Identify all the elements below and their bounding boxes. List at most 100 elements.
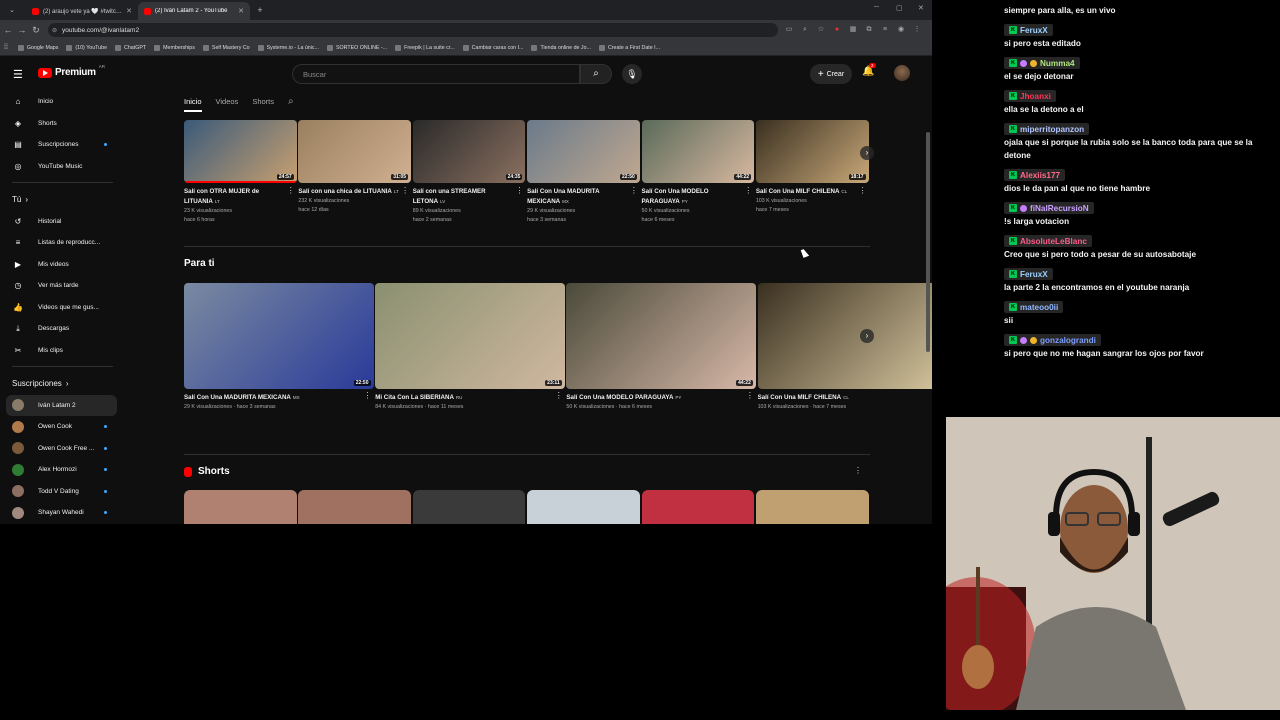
extension-icon[interactable]: ▦ <box>848 25 858 35</box>
kebab-menu-icon[interactable]: ⋮ <box>912 25 922 35</box>
extension-icon[interactable]: ● <box>832 25 842 35</box>
tab-twitch[interactable]: (2) araujo vete ya 🤍 #twitch 🤍 ✕ <box>26 2 138 20</box>
short-thumbnail[interactable] <box>641 490 755 524</box>
video-title[interactable]: Salí Con Una MADURITA MEXICANA MX <box>527 187 640 207</box>
zoom-icon[interactable]: ⌕ <box>800 25 810 35</box>
bookmark-item[interactable]: (10) YouTube <box>66 44 107 51</box>
video-menu-icon[interactable]: ⋮ <box>401 186 409 195</box>
short-thumbnail[interactable] <box>298 490 412 524</box>
shorts-menu-icon[interactable]: ⋮ <box>854 466 862 475</box>
video-title[interactable]: Salí Con Una MILF CHILENA CL <box>758 393 932 403</box>
video-menu-icon[interactable]: ⋮ <box>287 186 295 195</box>
sidebar-subscription-item[interactable]: Owen Cook Free ... <box>0 438 125 460</box>
short-thumbnail[interactable] <box>755 490 869 524</box>
media-icon[interactable]: ≡ <box>880 25 890 35</box>
video-menu-icon[interactable]: ⋮ <box>364 391 372 400</box>
sidebar-item-home[interactable]: ⌂ Inicio <box>0 91 125 113</box>
tab-inicio[interactable]: Inicio <box>184 97 202 112</box>
sidebar-subscription-item[interactable]: Alex Hormozi <box>0 459 125 481</box>
sidebar-you-header[interactable]: Tú › <box>0 189 125 211</box>
bookmark-item[interactable]: Self Mastery Co <box>202 44 250 51</box>
puzzle-icon[interactable]: ⧉ <box>864 25 874 35</box>
video-thumbnail[interactable] <box>757 283 932 389</box>
video-thumbnail[interactable]: 22:50 <box>527 120 640 183</box>
shelf-next-arrow-icon[interactable]: › <box>860 146 874 160</box>
video-card[interactable]: 31:05 Salí con una chica de LITUANIA LT ⋮ 23… <box>298 120 412 225</box>
shelf-next-arrow-icon[interactable]: › <box>860 329 874 343</box>
sidebar-subscriptions-header[interactable]: Suscripciones › <box>0 373 125 395</box>
chat-username[interactable]: K Jhoanxi <box>1004 90 1056 102</box>
back-icon[interactable]: ← <box>2 25 14 35</box>
video-card[interactable]: 22:50 Salí Con Una MADURITA MEXICANA MX ⋮ 29… <box>184 283 374 412</box>
video-thumbnail[interactable]: 24:57 <box>184 120 297 183</box>
sidebar-item-shorts[interactable]: ◈ Shorts <box>0 113 125 135</box>
maximize-icon[interactable]: ▢ <box>896 4 903 12</box>
video-menu-icon[interactable]: ⋮ <box>744 186 752 195</box>
bookmark-item[interactable]: Create a First Date I... <box>598 44 660 51</box>
cast-icon[interactable]: ▭ <box>784 25 794 35</box>
close-window-icon[interactable]: ✕ <box>918 4 924 12</box>
video-thumbnail[interactable]: 31:05 <box>298 120 412 183</box>
sidebar-item-scissors[interactable]: ✂ Mis clips <box>0 340 125 362</box>
video-title[interactable]: Salí Con Una MODELO PARAGUAYA PY <box>642 187 755 207</box>
apps-icon[interactable]: ⁞⁞ <box>4 44 8 51</box>
sidebar-item-music[interactable]: ◎ YouTube Music <box>0 156 125 178</box>
video-menu-icon[interactable]: ⋮ <box>555 391 563 400</box>
sidebar-subscription-item[interactable]: Iván Latam 2 <box>6 394 117 416</box>
bookmark-item[interactable]: Tienda online de Jo... <box>531 44 591 51</box>
bookmark-item[interactable]: ChatGPT <box>115 44 146 51</box>
bookmark-item[interactable]: Google Maps <box>17 44 58 51</box>
video-thumbnail[interactable]: 22:50 <box>184 283 374 389</box>
channel-search-icon[interactable]: ⌕ <box>288 96 294 107</box>
sidebar-item-subscriptions[interactable]: ▤ Suscripciones <box>0 134 125 156</box>
avatar[interactable] <box>894 65 910 81</box>
short-thumbnail[interactable] <box>184 490 297 524</box>
chat-username[interactable]: K Numma4 <box>1004 57 1080 69</box>
url-field[interactable]: youtube.com/@ivanlatam2 <box>48 23 778 37</box>
scrollbar-thumb[interactable] <box>926 132 930 352</box>
tab-youtube[interactable]: (2) Iván Latam 2 - YouTube ✕ <box>138 2 250 20</box>
sidebar-subscription-item[interactable]: Owen Cook <box>0 416 125 438</box>
sidebar-item-download[interactable]: ⤓ Descargas <box>0 318 125 340</box>
youtube-premium-logo[interactable]: Premium AR <box>38 64 105 78</box>
notifications-button[interactable]: 2 🔔 <box>862 63 876 77</box>
sidebar-subscription-item[interactable]: Todd V Dating <box>0 481 125 503</box>
short-thumbnail[interactable] <box>412 490 526 524</box>
bookmark-item[interactable]: Memberships <box>154 44 195 51</box>
video-title[interactable]: Salí con OTRA MUJER de LITUANIA LT <box>184 187 297 207</box>
video-thumbnail[interactable]: 24:35 <box>412 120 526 183</box>
chat-username[interactable]: Kmiperritopanzon <box>1004 123 1090 135</box>
chat-username[interactable]: K FeruxX <box>1004 24 1053 36</box>
sidebar-item-playlist[interactable]: ≡ Listas de reproducc... <box>0 232 125 254</box>
video-menu-icon[interactable]: ⋮ <box>859 186 867 195</box>
video-card[interactable]: 23:11 Mi Cita Con La SIBERIANA RU ⋮ 84 K vis… <box>375 283 565 412</box>
voice-search-button[interactable]: 🎙 <box>622 64 642 84</box>
forward-icon[interactable]: → <box>16 25 28 35</box>
video-card[interactable]: 44:22 Salí Con Una MODELO PARAGUAYA PY ⋮ 50 … <box>641 120 755 225</box>
chat-username[interactable]: K AbsoluteLeBlanc <box>1004 235 1092 247</box>
tab-search-icon[interactable]: ⌄ <box>6 6 18 14</box>
video-menu-icon[interactable]: ⋮ <box>630 186 638 195</box>
chat-username[interactable]: K FeruxX <box>1004 268 1053 280</box>
chat-username[interactable]: Kmateoo0ii <box>1004 301 1064 313</box>
bookmark-item[interactable]: Cambiar caras con I... <box>462 44 523 51</box>
video-card[interactable]: 24:35 Salí con una STREAMER LETONA LV ⋮ 89 K… <box>412 120 526 225</box>
scrollbar[interactable] <box>924 57 932 524</box>
search-button[interactable]: ⌕ <box>580 64 612 84</box>
bookmark-item[interactable]: Freepik | La suite cr... <box>395 44 455 51</box>
sidebar-item-history[interactable]: ↺ Historial <box>0 211 125 233</box>
bookmark-item[interactable]: SORTEO ONLINE -... <box>327 44 387 51</box>
reload-icon[interactable]: ↻ <box>30 25 42 36</box>
video-card[interactable]: 44:22 Salí Con Una MODELO PARAGUAYA PY ⋮ 50 … <box>566 283 756 412</box>
video-title[interactable]: Salí Con Una MODELO PARAGUAYA PY <box>566 393 756 403</box>
video-card[interactable]: Salí Con Una MILF CHILENACL⋮103 K visual… <box>757 283 932 412</box>
video-menu-icon[interactable]: ⋮ <box>746 391 754 400</box>
sidebar-item-clock[interactable]: ◷ Ver más tarde <box>0 275 125 297</box>
bookmark-item[interactable]: Systeme.io - La únic... <box>257 44 319 51</box>
search-input[interactable]: Buscar <box>292 64 580 84</box>
profile-icon[interactable]: ◉ <box>896 25 906 35</box>
hamburger-menu-icon[interactable]: ☰ <box>13 68 23 81</box>
create-button[interactable]: + Crear <box>810 64 852 84</box>
sidebar-subscription-item[interactable]: Shayan Wahedi <box>0 502 125 524</box>
tab-shorts[interactable]: Shorts <box>252 97 274 106</box>
